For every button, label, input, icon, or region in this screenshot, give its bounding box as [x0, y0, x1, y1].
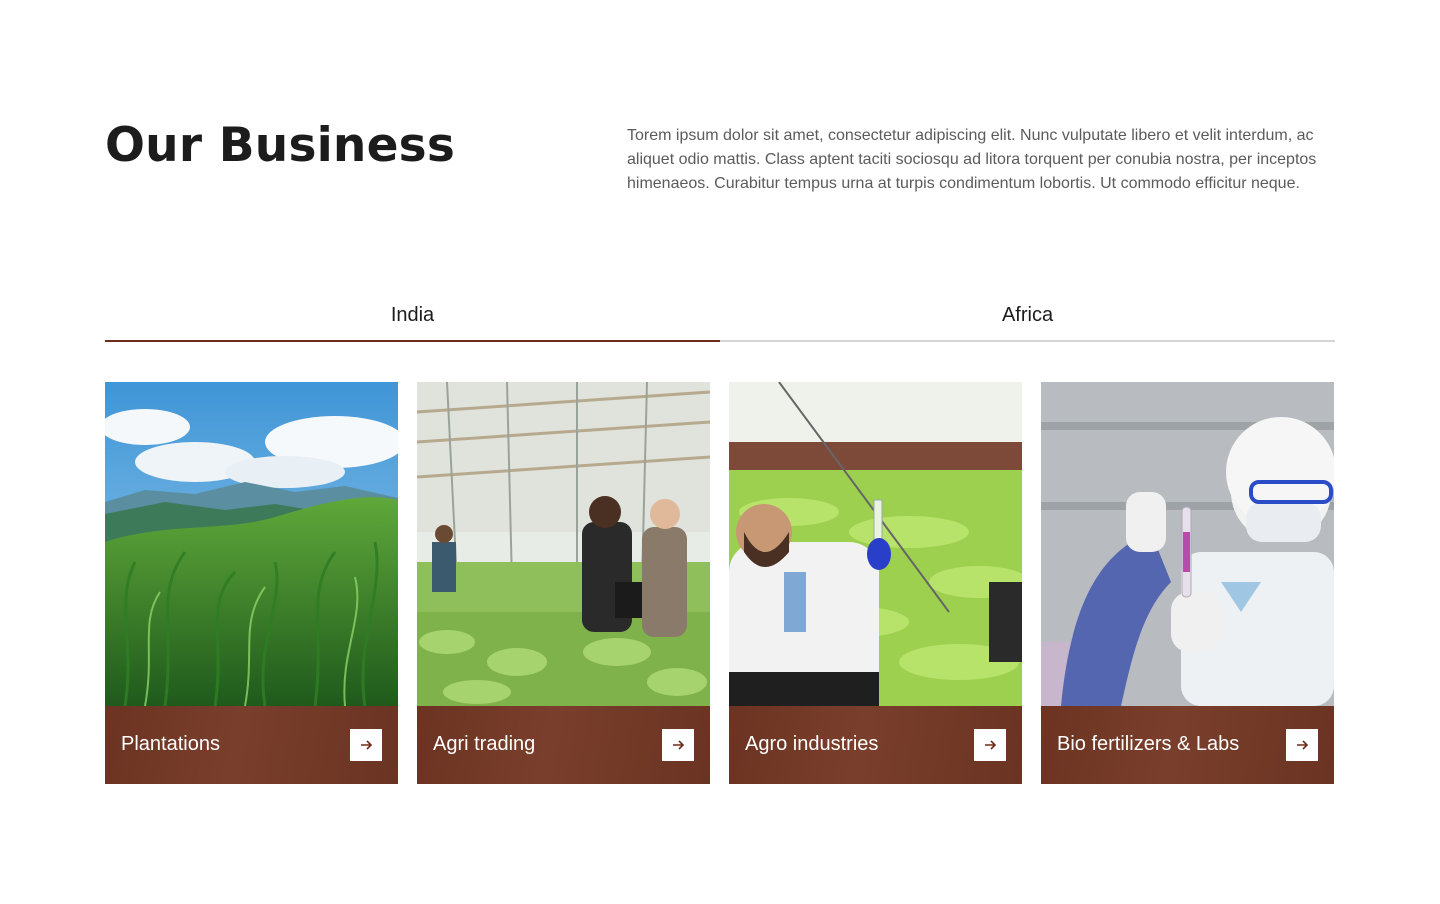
arrow-right-icon[interactable] — [350, 729, 382, 761]
tab-india[interactable]: India — [105, 296, 720, 342]
green-hills-grass-photo — [105, 382, 398, 706]
arrow-right-icon[interactable] — [1286, 729, 1318, 761]
tab-active-indicator — [105, 340, 720, 342]
arrow-right-icon[interactable] — [662, 729, 694, 761]
card-agri-trading[interactable]: Agri trading — [417, 382, 710, 784]
lab-researcher-photo — [1041, 382, 1334, 706]
scientist-greenhouse-photo — [729, 382, 1022, 706]
card-title: Agri trading — [433, 733, 536, 755]
card-footer: Agro industries — [729, 706, 1022, 784]
our-business-section: Our Business Torem ipsum dolor sit amet,… — [0, 0, 1440, 904]
card-title: Bio fertilizers & Labs — [1057, 733, 1240, 755]
arrow-right-icon[interactable] — [974, 729, 1006, 761]
tab-label: Africa — [1001, 304, 1054, 326]
card-footer: Bio fertilizers & Labs — [1041, 706, 1334, 784]
card-agro-industries[interactable]: Agro industries — [729, 382, 1022, 784]
greenhouse-workers-photo — [417, 382, 710, 706]
section-description: Torem ipsum dolor sit amet, consectetur … — [627, 127, 1317, 192]
card-plantations[interactable]: Plantations — [105, 382, 398, 784]
card-title: Plantations — [121, 733, 220, 755]
tab-label: India — [390, 304, 435, 326]
card-footer: Plantations — [105, 706, 398, 784]
card-footer: Agri trading — [417, 706, 710, 784]
card-bio-fertilizers-labs[interactable]: Bio fertilizers & Labs — [1041, 382, 1334, 784]
business-cards: Plantations Agri trading Agro industries… — [105, 382, 1335, 784]
region-tabs: India Africa — [105, 296, 1335, 342]
section-title: Our Business — [105, 118, 456, 173]
card-title: Agro industries — [745, 733, 879, 755]
tab-africa[interactable]: Africa — [720, 296, 1335, 342]
tab-divider — [720, 340, 1335, 342]
